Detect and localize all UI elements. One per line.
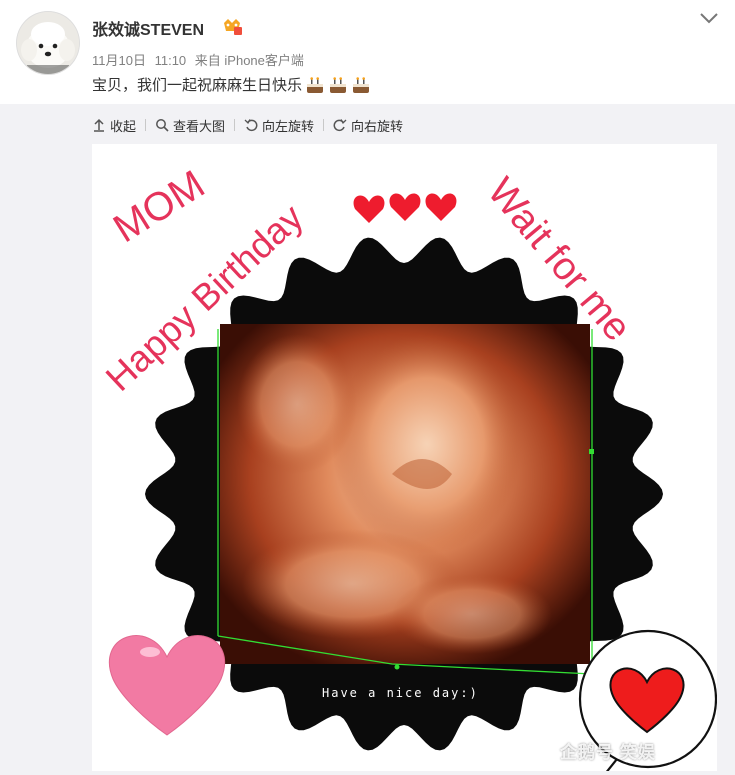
ultrasound-artwork	[108, 193, 717, 771]
post-meta: 11月10日 11:10 来自 iPhone客户端	[92, 50, 309, 69]
post-body: 宝贝，我们一起祝麻麻生日快乐	[92, 77, 303, 94]
cake-icon	[307, 76, 324, 93]
cake-icon	[353, 76, 370, 93]
view-large-label: 查看大图	[173, 118, 226, 134]
post-text: 宝贝，我们一起祝麻麻生日快乐	[92, 74, 371, 95]
rotate-right-label: 向右旋转	[351, 118, 404, 134]
post-source[interactable]: 来自 iPhone客户端	[195, 53, 304, 68]
rotate-left-button[interactable]: 向左旋转	[244, 116, 314, 135]
pink-heart-icon	[108, 635, 226, 736]
post-image[interactable]: MOM Happy Birthday Wait for me Have a ni…	[92, 144, 717, 771]
avatar[interactable]	[17, 12, 79, 74]
hearts-icon	[353, 193, 457, 223]
nice-day-text: Have a nice day:)	[322, 686, 479, 700]
toolbar-divider	[234, 119, 236, 131]
cake-icon	[330, 76, 347, 93]
rotate-right-icon	[333, 119, 347, 132]
dog-avatar-icon	[17, 12, 79, 74]
rotate-left-label: 向左旋转	[262, 118, 315, 134]
rotate-left-icon	[244, 119, 258, 132]
username[interactable]: 张效诚STEVEN	[92, 16, 204, 40]
search-icon	[156, 119, 169, 132]
chevron-down-icon[interactable]	[698, 10, 720, 26]
collapse-label: 收起	[110, 118, 137, 134]
watermark: 企鹅号 笑娱	[560, 743, 656, 762]
toolbar-divider	[323, 119, 325, 131]
collapse-button[interactable]: 收起	[92, 116, 136, 135]
view-large-button[interactable]: 查看大图	[155, 116, 225, 135]
post-time[interactable]: 11:10	[155, 53, 187, 68]
post-date[interactable]: 11月10日	[92, 53, 146, 68]
post-card: 张效诚STEVEN 11月10日 11:10 来自 iPhone客户端 宝贝，我…	[0, 0, 735, 104]
toolbar-divider	[145, 119, 147, 131]
image-toolbar: 收起 查看大图 向左旋转 向右旋转	[92, 114, 403, 136]
rotate-right-button[interactable]: 向右旋转	[333, 116, 403, 135]
vip-badge-icon[interactable]	[221, 15, 243, 37]
collapse-icon	[94, 118, 104, 132]
